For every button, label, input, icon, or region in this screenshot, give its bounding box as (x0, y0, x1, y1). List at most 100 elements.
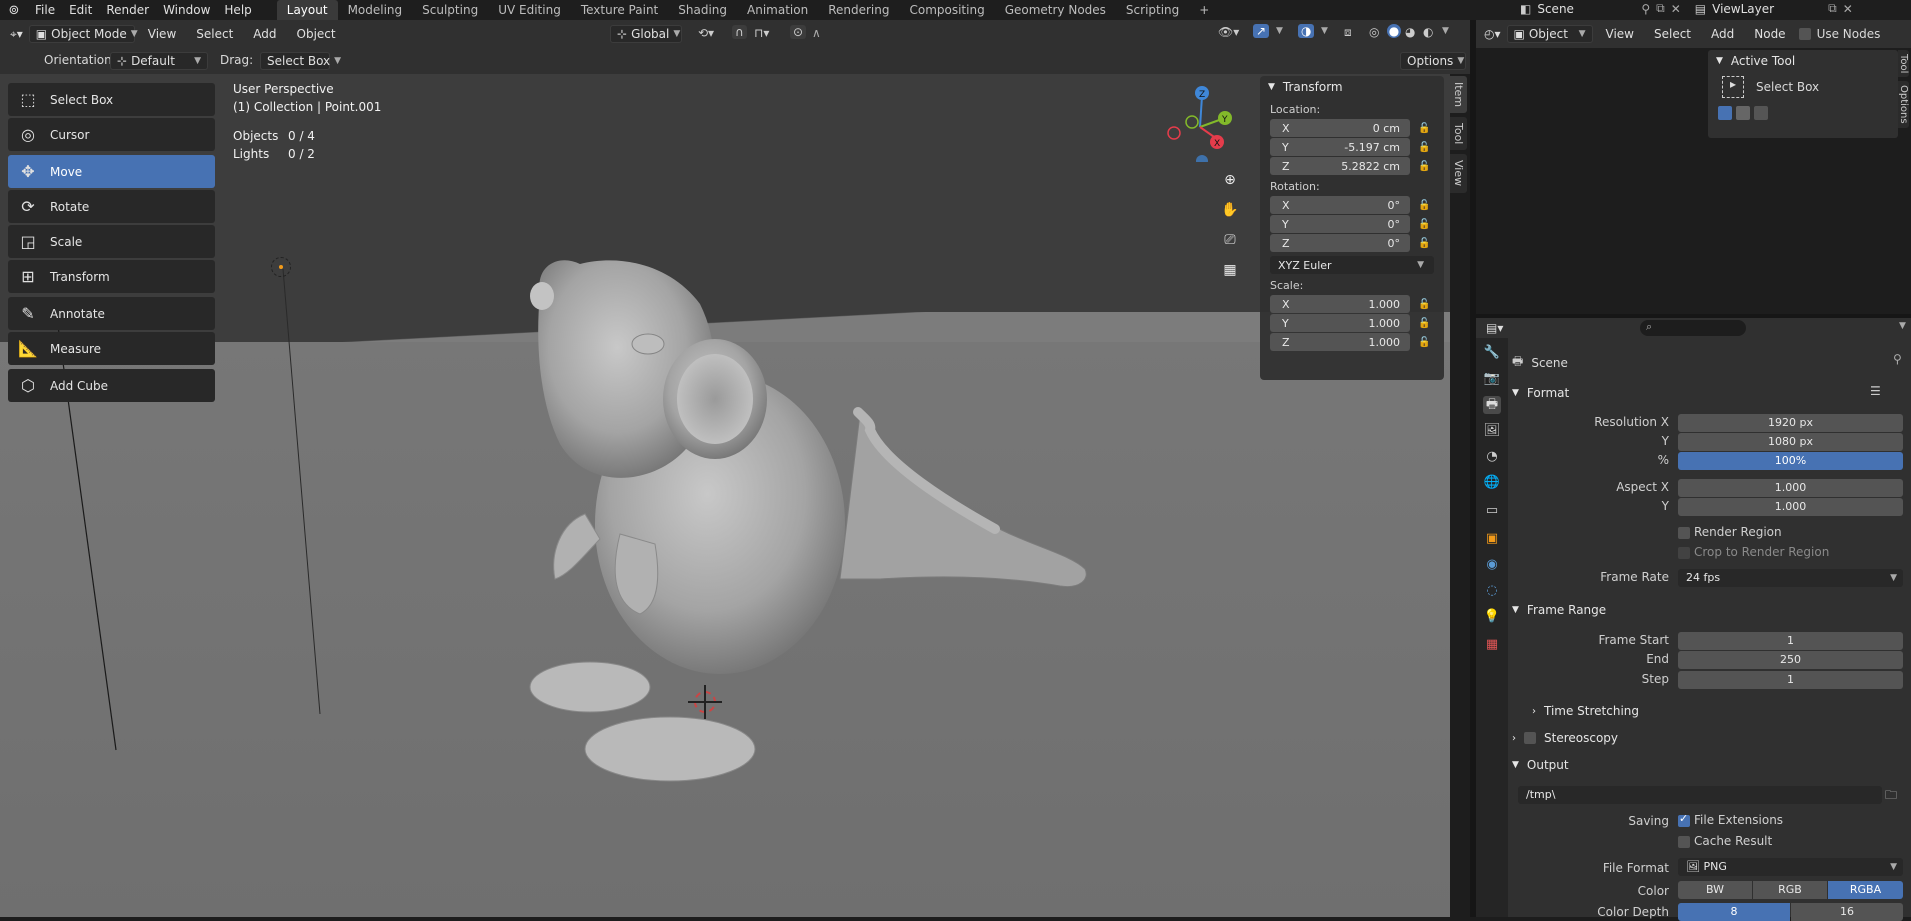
file-format-dropdown[interactable]: 🖼 PNG ▼ (1678, 858, 1903, 876)
shader-type-dropdown[interactable]: ▣ Object ▼ (1506, 25, 1593, 43)
world-tab-icon[interactable]: 🌐 (1483, 474, 1501, 492)
blender-logo-icon[interactable]: ⊚ (0, 3, 28, 18)
lock-icon[interactable]: 🔓 (1418, 318, 1432, 329)
viewport-menu-object[interactable]: Object (290, 27, 343, 41)
delete-layer-icon[interactable]: ✕ (1843, 2, 1853, 16)
modifier-tab-icon[interactable]: ◉ (1483, 556, 1501, 574)
select-mode-extend-icon[interactable] (1736, 106, 1750, 120)
tab-animation[interactable]: Animation (737, 0, 818, 20)
frame-end-field[interactable]: 250 (1678, 651, 1903, 669)
stereoscopy-checkbox[interactable] (1524, 732, 1536, 744)
snap-icon[interactable]: ∩ (732, 25, 747, 39)
proportional-editing-icon[interactable]: ⊙ (790, 25, 807, 39)
transform-orientation-dropdown[interactable]: ⊹ Global ▼ (610, 25, 682, 43)
rotation-mode-dropdown[interactable]: XYZ Euler ▼ (1270, 256, 1434, 274)
new-scene-icon[interactable]: ⧉ (1656, 1, 1665, 16)
aspect-y-field[interactable]: 1.000 (1678, 498, 1903, 516)
navigation-gizmo[interactable]: Z Y X (1160, 82, 1240, 162)
zoom-icon[interactable]: ⊕ (1217, 167, 1243, 193)
viewport-menu-view[interactable]: View (141, 27, 183, 41)
viewport-menu-select[interactable]: Select (189, 27, 240, 41)
tab-sculpting[interactable]: Sculpting (412, 0, 488, 20)
rotation-y-field[interactable]: Y 0° (1270, 215, 1410, 233)
mouse-sculpture[interactable] (500, 194, 1100, 794)
menu-edit[interactable]: Edit (62, 3, 99, 17)
frame-rate-dropdown[interactable]: 24 fps ▼ (1678, 569, 1903, 587)
material-shading-icon[interactable]: ◕ (1405, 25, 1415, 39)
tab-modeling[interactable]: Modeling (338, 0, 413, 20)
crop-region-checkbox[interactable] (1678, 547, 1690, 559)
rendered-shading-icon[interactable]: ◐ (1423, 25, 1433, 39)
resolution-percent-slider[interactable]: 100% (1678, 452, 1903, 470)
tool-measure[interactable]: 📐 Measure (8, 332, 215, 365)
gizmo-toggle-icon[interactable]: ↗ (1253, 24, 1270, 38)
render-tab-icon[interactable]: 📷 (1483, 370, 1501, 388)
tool-add-cube[interactable]: ⬡ Add Cube (8, 369, 215, 402)
new-layer-icon[interactable]: ⧉ (1828, 1, 1837, 16)
orthographic-toggle-icon[interactable]: ▦ (1217, 257, 1243, 283)
lock-icon[interactable]: 🔓 (1418, 123, 1432, 134)
output-section-header[interactable]: ▼ Output (1512, 754, 1569, 776)
lock-icon[interactable]: 🔓 (1418, 142, 1432, 153)
sidebar-tab-item[interactable]: Item (1450, 76, 1467, 114)
snap-target-icon[interactable]: ⊓▾ (754, 26, 769, 40)
drag-dropdown[interactable]: Select Box ▼ (260, 52, 341, 70)
lock-icon[interactable]: 🔓 (1418, 299, 1432, 310)
menu-window[interactable]: Window (156, 3, 217, 17)
pivot-point-icon[interactable]: ⟲▾ (698, 26, 714, 40)
chevron-down-icon[interactable]: ▼ (1899, 321, 1906, 331)
scale-x-field[interactable]: X 1.000 (1270, 295, 1410, 313)
pin-icon[interactable]: ⚲ (1893, 352, 1902, 366)
camera-view-icon[interactable]: ⎚ (1217, 227, 1243, 253)
tab-texture-paint[interactable]: Texture Paint (571, 0, 668, 20)
data-tab-icon[interactable]: 💡 (1483, 608, 1501, 626)
add-workspace-button[interactable]: + (1189, 0, 1219, 20)
scale-y-field[interactable]: Y 1.000 (1270, 314, 1410, 332)
node-menu-view[interactable]: View (1599, 27, 1641, 41)
view-layer-field[interactable]: ViewLayer (1712, 2, 1822, 16)
render-region-checkbox[interactable] (1678, 527, 1690, 539)
stereoscopy-section-header[interactable]: › Stereoscopy (1512, 727, 1618, 749)
pin-icon[interactable]: ⚲ (1641, 2, 1650, 16)
visibility-icon[interactable]: 👁▾ (1218, 25, 1239, 39)
lock-icon[interactable]: 🔓 (1418, 238, 1432, 249)
delete-scene-icon[interactable]: ✕ (1671, 2, 1681, 16)
menu-render[interactable]: Render (99, 3, 156, 17)
solid-shading-icon[interactable]: ● (1387, 24, 1401, 38)
output-path-field[interactable]: /tmp\ (1518, 786, 1882, 804)
select-mode-new-icon[interactable] (1718, 106, 1732, 120)
overlays-toggle-icon[interactable]: ◑ (1298, 24, 1315, 38)
scene-tab-icon[interactable]: ◔ (1483, 448, 1501, 466)
resolution-x-field[interactable]: 1920 px (1678, 414, 1903, 432)
sidebar-tab-tool[interactable]: Tool (1450, 117, 1467, 151)
tab-scripting[interactable]: Scripting (1116, 0, 1189, 20)
node-tab-tool[interactable]: Tool (1898, 50, 1909, 78)
tab-rendering[interactable]: Rendering (818, 0, 899, 20)
xray-icon[interactable]: ⧈ (1344, 25, 1352, 40)
tab-compositing[interactable]: Compositing (899, 0, 994, 20)
texture-tab-icon[interactable]: ▦ (1483, 636, 1501, 654)
overlays-dropdown-icon[interactable]: ▼ (1321, 26, 1328, 36)
object-tab-icon[interactable]: ▣ (1483, 530, 1501, 548)
editor-type-icon[interactable]: ◴▾ (1484, 27, 1501, 41)
collection-tab-icon[interactable]: ▭ (1483, 502, 1501, 520)
use-nodes-checkbox[interactable] (1798, 28, 1811, 40)
pan-hand-icon[interactable]: ✋ (1217, 197, 1243, 223)
mode-dropdown[interactable]: ▣ Object Mode ▼ (28, 25, 138, 43)
aspect-x-field[interactable]: 1.000 (1678, 479, 1903, 497)
view-layer-icon[interactable]: ▤ (1695, 2, 1706, 16)
frame-range-section-header[interactable]: ▼ Frame Range (1512, 599, 1606, 621)
select-mode-subtract-icon[interactable] (1754, 106, 1768, 120)
3d-viewport[interactable]: User Perspective (1) Collection | Point.… (0, 74, 1450, 917)
menu-help[interactable]: Help (217, 3, 258, 17)
tool-transform[interactable]: ⊞ Transform (8, 260, 215, 293)
scene-icon[interactable]: ◧ (1520, 2, 1531, 16)
options-dropdown[interactable]: Options ▼ (1400, 52, 1466, 70)
node-menu-node[interactable]: Node (1747, 27, 1792, 41)
tab-layout[interactable]: Layout (276, 0, 338, 20)
tab-geometry-nodes[interactable]: Geometry Nodes (995, 0, 1116, 20)
tool-move[interactable]: ✥ Move (8, 155, 215, 188)
node-tab-options[interactable]: Options (1898, 81, 1909, 129)
location-x-field[interactable]: X0 cm (1270, 119, 1410, 137)
tool-cursor[interactable]: ◎ Cursor (8, 118, 215, 151)
